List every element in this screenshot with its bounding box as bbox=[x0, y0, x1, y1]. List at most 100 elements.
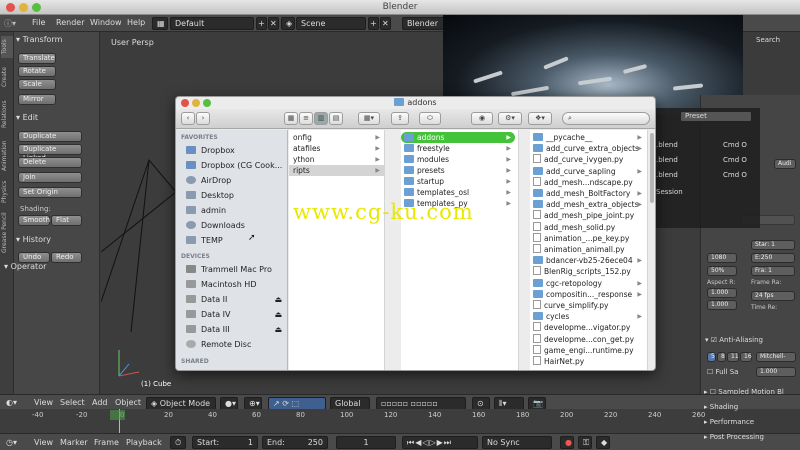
sidebar-item-temp[interactable]: TEMP bbox=[186, 234, 223, 247]
tab-create[interactable]: Create bbox=[1, 62, 13, 92]
list-item[interactable]: curve_simplify.py bbox=[530, 300, 646, 311]
mirror-button[interactable]: Mirror bbox=[18, 94, 56, 105]
operator-panel-title[interactable]: ▾ Operator bbox=[4, 262, 46, 271]
list-item[interactable]: bdancer-vb25-26ece04 ▶ bbox=[530, 255, 646, 266]
menu-file[interactable]: File bbox=[32, 18, 45, 27]
menu-window[interactable]: Window bbox=[90, 18, 122, 27]
render-engine-select[interactable]: Blender Re bbox=[402, 17, 444, 30]
scene-close-icon[interactable]: ✕ bbox=[380, 17, 391, 30]
list-item[interactable]: HairNet.py bbox=[530, 356, 646, 367]
sidebar-item-data-iii[interactable]: Data III ⏏ bbox=[186, 323, 282, 336]
performance-section[interactable]: ▸ Performance bbox=[704, 418, 754, 426]
frame-end-field[interactable]: E:250 bbox=[751, 253, 795, 263]
sidebar-item-desktop[interactable]: Desktop bbox=[186, 189, 234, 202]
keying-set-icon[interactable]: ⚿ bbox=[578, 436, 592, 449]
list-item-selected[interactable]: ripts ▶ bbox=[289, 165, 384, 176]
finder-close-button[interactable] bbox=[181, 99, 189, 107]
list-item[interactable]: BlenRig_scripts_152.py bbox=[530, 266, 646, 277]
list-item[interactable]: add_curve_extra_objects ▶ bbox=[530, 143, 646, 154]
smooth-button[interactable]: Smooth bbox=[18, 215, 50, 226]
viewport-search[interactable]: Search bbox=[756, 36, 780, 44]
list-item[interactable]: onfig ▶ bbox=[289, 132, 384, 143]
recent-file-1[interactable]: .blend bbox=[656, 141, 678, 149]
list-item[interactable]: add_mesh_solid.py bbox=[530, 221, 646, 233]
filter-size-field[interactable]: 1.000 bbox=[756, 367, 796, 377]
list-item[interactable]: templates_osl ▶ bbox=[401, 187, 515, 198]
end-frame-field[interactable]: End: 250 bbox=[262, 436, 328, 449]
list-item[interactable]: animation_...pe_key.py bbox=[530, 232, 646, 244]
tab-animation[interactable]: Animation bbox=[1, 136, 13, 176]
recent-file-3[interactable]: .blend bbox=[656, 171, 678, 179]
info-editor-icon[interactable]: ⓘ▾ bbox=[4, 18, 16, 29]
preview-range-icon[interactable]: ⏱ bbox=[170, 436, 186, 449]
list-item[interactable]: add_mesh_BoltFactory ▶ bbox=[530, 188, 646, 199]
current-frame-field[interactable]: 1 bbox=[336, 436, 396, 449]
menu-view-timeline[interactable]: View bbox=[34, 438, 53, 447]
keyframe-icon[interactable]: ◆ bbox=[596, 436, 610, 449]
list-item[interactable]: ython ▶ bbox=[289, 154, 384, 165]
menu-playback[interactable]: Playback bbox=[126, 438, 162, 447]
sidebar-item-admin[interactable]: admin bbox=[186, 204, 226, 217]
back-button[interactable]: ‹ bbox=[181, 112, 195, 125]
timeline-editor-icon[interactable]: ◷▾ bbox=[6, 438, 17, 447]
column-scrollbar[interactable] bbox=[650, 133, 654, 203]
aa-samples-16[interactable]: 16 bbox=[740, 352, 752, 362]
layout-field[interactable]: Default bbox=[170, 17, 254, 30]
list-item[interactable]: add_mesh_pipe_joint.py bbox=[530, 210, 646, 221]
recent-file-2[interactable]: .blend bbox=[656, 156, 678, 164]
resolution-percent-field[interactable]: 50% bbox=[707, 266, 737, 276]
list-item[interactable]: animation_animall.py bbox=[530, 244, 646, 255]
list-item[interactable]: cgc-retopology ▶ bbox=[530, 278, 646, 289]
forward-button[interactable]: › bbox=[196, 112, 210, 125]
edit-panel-title[interactable]: ▾ Edit bbox=[16, 113, 38, 122]
list-item[interactable]: freestyle ▶ bbox=[401, 143, 515, 154]
scene-field[interactable]: Scene bbox=[296, 17, 366, 30]
sync-select[interactable]: No Sync bbox=[482, 436, 552, 449]
layout-browse-icon[interactable]: ▦ bbox=[152, 17, 168, 30]
menu-frame[interactable]: Frame bbox=[94, 438, 119, 447]
aa-samples-8[interactable]: 8 bbox=[717, 352, 726, 362]
tags-button[interactable]: ⬭ bbox=[419, 112, 441, 125]
audio-button[interactable]: Audi bbox=[774, 159, 796, 169]
arrange-button[interactable]: ▦▾ bbox=[358, 112, 380, 125]
scene-add-icon[interactable]: + bbox=[368, 17, 379, 30]
shading-section[interactable]: ▸ Shading bbox=[704, 403, 738, 411]
duplicate-linked-button[interactable]: Duplicate Linked bbox=[18, 144, 82, 162]
resolution-x-field[interactable]: 1080 bbox=[707, 253, 737, 263]
list-item[interactable]: add_curve_ivygen.py bbox=[530, 154, 646, 165]
translate-button[interactable]: Translate bbox=[18, 53, 56, 64]
view3d-editor-icon[interactable]: ◐▾ bbox=[6, 398, 17, 407]
list-item[interactable]: developme...vigator.py bbox=[530, 322, 646, 333]
transform-panel-title[interactable]: ▾ Transform bbox=[16, 35, 62, 44]
sidebar-item-airdrop[interactable]: AirDrop bbox=[186, 174, 231, 187]
action-gear-icon[interactable]: ⚙▾ bbox=[498, 112, 522, 125]
full-sample-checkbox[interactable]: ☐ Full Sa bbox=[707, 368, 738, 376]
set-origin-button[interactable]: Set Origin bbox=[18, 187, 82, 198]
preset-select[interactable]: Preset bbox=[680, 111, 752, 122]
sidebar-item-remote-disc[interactable]: Remote Disc bbox=[186, 338, 251, 351]
layout-close-icon[interactable]: ✕ bbox=[268, 17, 279, 30]
icon-view-button[interactable]: ▦ bbox=[284, 112, 298, 125]
aspect-y-field[interactable]: 1.000 bbox=[707, 300, 737, 310]
scene-browse-icon[interactable]: ◈ bbox=[281, 17, 295, 30]
redo-button[interactable]: Redo bbox=[51, 252, 82, 263]
menu-view[interactable]: View bbox=[34, 398, 53, 407]
aa-samples-11[interactable]: 11 bbox=[727, 352, 739, 362]
sidebar-item-dropbox-cg[interactable]: Dropbox (CG Cook... bbox=[186, 159, 282, 172]
tab-relations[interactable]: Relations bbox=[1, 94, 13, 134]
menu-object[interactable]: Object bbox=[115, 398, 141, 407]
aa-filter-select[interactable]: Mitchell- bbox=[756, 352, 796, 362]
minimize-window-button[interactable] bbox=[19, 3, 28, 12]
list-item[interactable]: developme...con_get.py bbox=[530, 333, 646, 345]
list-item[interactable]: startup ▶ bbox=[401, 176, 515, 187]
eject-icon[interactable]: ⏏ bbox=[274, 293, 282, 306]
menu-marker[interactable]: Marker bbox=[60, 438, 88, 447]
menu-select[interactable]: Select bbox=[60, 398, 85, 407]
recover-session-item[interactable]: Session bbox=[656, 188, 683, 196]
list-item[interactable]: __pycache__ ▶ bbox=[530, 132, 646, 143]
record-icon[interactable]: ● bbox=[560, 436, 574, 449]
zoom-window-button[interactable] bbox=[32, 3, 41, 12]
quicklook-eye-icon[interactable]: ◉ bbox=[471, 112, 493, 125]
list-view-button[interactable]: ≡ bbox=[299, 112, 313, 125]
list-item[interactable]: add_curve_sapling ▶ bbox=[530, 166, 646, 177]
